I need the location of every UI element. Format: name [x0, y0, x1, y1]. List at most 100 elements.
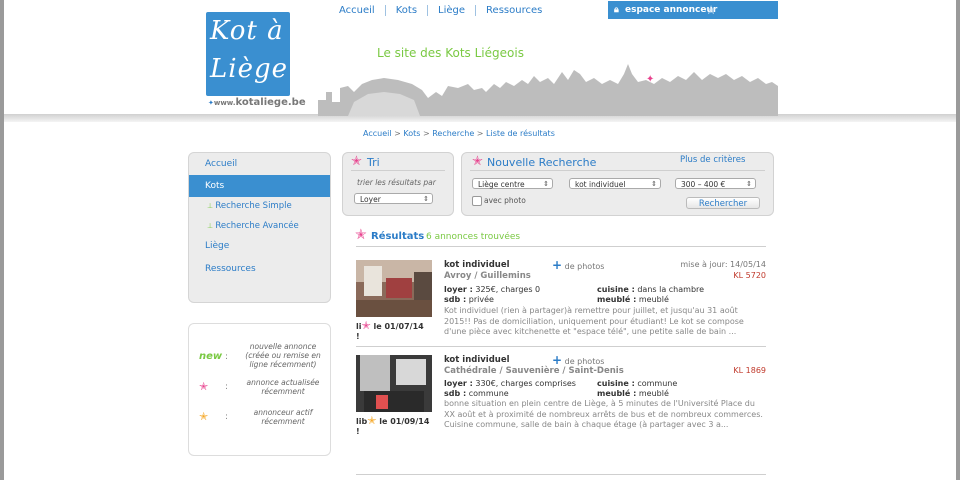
- listing-cuisine: cuisine : dans la chambre: [597, 285, 705, 294]
- plus-icon: +: [552, 258, 563, 272]
- city-skyline-illustration: ✦: [318, 64, 778, 116]
- listing-loyer: loyer : 325€, charges 0: [444, 285, 541, 294]
- listing-description: Kot individuel (rien à partager)à remett…: [444, 306, 744, 336]
- pink-star-icon: ✭: [199, 380, 209, 393]
- nav-kots[interactable]: Kots: [386, 5, 429, 16]
- availability-prefix: lib: [356, 417, 368, 426]
- listing-photo-image: [356, 355, 432, 412]
- plus-icon: +: [552, 353, 563, 367]
- listing-meuble: meublé : meublé: [597, 389, 669, 398]
- pink-star-icon: ✭: [355, 227, 367, 243]
- listing-type[interactable]: kot individuel: [444, 355, 510, 365]
- top-navigation: Accueil Kots Liège Ressources: [336, 5, 552, 16]
- listing-ref: KL 5720: [733, 271, 766, 280]
- legend-text-updated: annonce actualisée récemment: [246, 378, 320, 396]
- sidebar-item-accueil[interactable]: Accueil: [189, 159, 330, 169]
- lock-icon: 🔒︎: [614, 5, 619, 15]
- listing-item[interactable]: lib✭ le 01/09/14! kot individuel + de ph…: [356, 353, 766, 453]
- sidebar-item-label: Recherche Simple: [215, 201, 292, 211]
- search-panel: ✭ Nouvelle Recherche Plus de critères Li…: [461, 152, 774, 216]
- legend-text-new: nouvelle annonce (créée ou remise en lig…: [245, 342, 321, 369]
- tri-panel: ✭ Tri trier les résultats par Loyer ⇕: [342, 152, 454, 216]
- espace-annonceur-button[interactable]: 🔒︎ espace annonceur ✭: [608, 1, 778, 19]
- legend-row-new: new : nouvelle annonce (créée ou remise …: [199, 342, 324, 372]
- zone-select[interactable]: Liège centre ⇕: [472, 178, 553, 189]
- select-arrows-icon: ⇕: [543, 180, 549, 188]
- listing-photo[interactable]: [356, 260, 432, 317]
- star-icon: ✭: [706, 3, 717, 17]
- select-arrows-icon: ⇕: [651, 180, 657, 188]
- svg-text:✦: ✦: [646, 74, 654, 85]
- listing-address: Cathédrale / Sauvenière / Saint-Denis: [444, 366, 624, 376]
- listing-photo-image: [356, 260, 432, 317]
- breadcrumb-current: Liste de résultats: [486, 129, 555, 138]
- espace-annonceur-label: espace annonceur: [625, 5, 718, 15]
- sidebar-item-kots[interactable]: Kots: [189, 175, 330, 197]
- photos-link[interactable]: + de photos: [552, 353, 604, 367]
- photos-link[interactable]: + de photos: [552, 258, 604, 272]
- availability-date: le 01/07/14: [373, 322, 424, 331]
- listing-item[interactable]: li✭ le 01/07/14! kot individuel + de pho…: [356, 258, 766, 348]
- site-tagline: Le site des Kots Liégeois: [377, 46, 524, 60]
- listing-meuble: meublé : meublé: [597, 295, 669, 304]
- sidebar-item-ressources[interactable]: Ressources: [189, 264, 330, 274]
- legend-text-active: annonceur actif récemment: [253, 408, 313, 426]
- logo-url-main: kotaliege.be: [235, 97, 306, 108]
- nav-ressources[interactable]: Ressources: [476, 5, 552, 16]
- logo-url-prefix: www.: [213, 99, 236, 107]
- type-select[interactable]: kot individuel ⇕: [569, 178, 661, 189]
- search-submit-button[interactable]: Rechercher: [686, 197, 760, 209]
- tri-subtitle: trier les résultats par: [357, 178, 436, 187]
- pink-star-icon: ✭: [351, 154, 362, 169]
- results-title: Résultats: [371, 231, 425, 242]
- more-criteria-link[interactable]: Plus de critères: [680, 155, 745, 165]
- listing-availability: lib✭ le 01/09/14!: [356, 414, 436, 437]
- listing-sdb: sdb : commune: [444, 389, 509, 398]
- listing-type[interactable]: kot individuel: [444, 260, 510, 270]
- zone-value: Liège centre: [478, 180, 525, 189]
- tri-sort-value: Loyer: [360, 195, 381, 204]
- availability-date: le 01/09/14: [379, 417, 430, 426]
- nav-accueil[interactable]: Accueil: [336, 5, 386, 16]
- listing-availability: li✭ le 01/07/14!: [356, 319, 436, 342]
- price-value: 300 – 400 €: [681, 180, 726, 189]
- photos-label: de photos: [564, 357, 605, 366]
- availability-suffix: !: [356, 332, 360, 341]
- logo-text-line1: Kot à: [210, 16, 284, 46]
- new-badge-icon: new: [199, 351, 223, 362]
- availability-suffix: !: [356, 427, 360, 436]
- search-title: Nouvelle Recherche: [487, 156, 597, 169]
- breadcrumb-recherche[interactable]: Recherche: [432, 129, 474, 138]
- logo-url: ✦www.kotaliege.be: [208, 97, 306, 108]
- orange-star-icon: ✭: [367, 414, 377, 427]
- photos-label: de photos: [564, 262, 605, 271]
- listing-ref: KL 1869: [733, 366, 766, 375]
- listing-description: bonne situation en plein centre de Liège…: [444, 399, 763, 429]
- legend-row-active: ✭ : annonceur actif récemment: [199, 408, 324, 430]
- select-arrows-icon: ⇕: [746, 180, 752, 188]
- pink-star-icon: ✭: [361, 319, 371, 332]
- site-logo[interactable]: Kot à Liège: [206, 12, 290, 96]
- tri-sort-select[interactable]: Loyer ⇕: [354, 193, 433, 204]
- photo-checkbox[interactable]: [472, 196, 482, 206]
- breadcrumb-kots[interactable]: Kots: [403, 129, 420, 138]
- listing-loyer: loyer : 330€, charges comprises: [444, 379, 576, 388]
- sidebar-item-liege[interactable]: Liège: [189, 241, 330, 251]
- sidebar-item-label: Recherche Avancée: [215, 221, 299, 231]
- nav-liege[interactable]: Liège: [428, 5, 477, 16]
- sidebar-item-recherche-avancee[interactable]: ⊥ Recherche Avancée: [189, 221, 330, 231]
- legend-box: new : nouvelle annonce (créée ou remise …: [188, 323, 331, 456]
- listing-update-date: mise à jour: 14/05/14: [680, 260, 766, 269]
- orange-star-icon: ✭: [199, 410, 209, 423]
- listing-photo[interactable]: [356, 355, 432, 412]
- listing-sdb: sdb : privée: [444, 295, 494, 304]
- type-value: kot individuel: [575, 180, 626, 189]
- photo-checkbox-label: avec photo: [484, 196, 526, 205]
- sidebar-item-recherche-simple[interactable]: ⊥ Recherche Simple: [189, 201, 330, 211]
- breadcrumb-accueil[interactable]: Accueil: [363, 129, 392, 138]
- pink-star-icon: ✭: [472, 154, 483, 169]
- price-select[interactable]: 300 – 400 € ⇕: [675, 178, 756, 189]
- results-count: 6 annonces trouvées: [426, 232, 521, 242]
- legend-row-updated: ✭ : annonce actualisée récemment: [199, 378, 324, 400]
- tri-title: Tri: [367, 156, 380, 169]
